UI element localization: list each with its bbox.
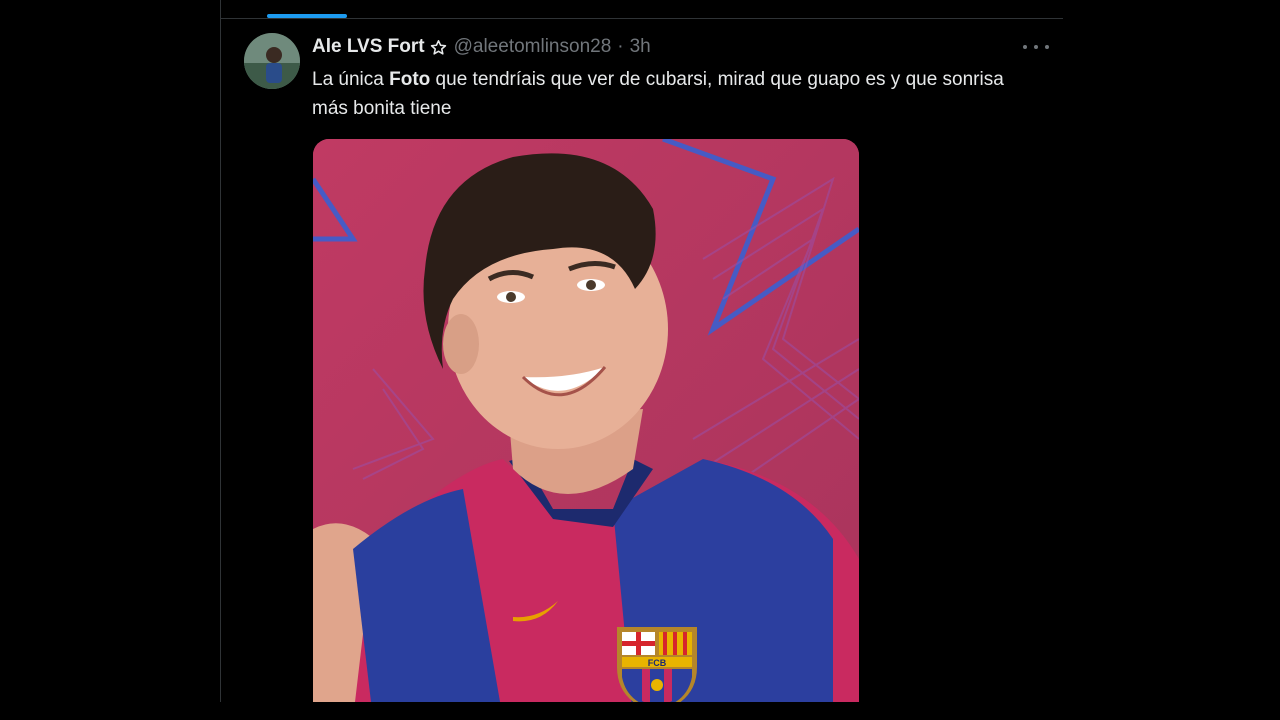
more-horizontal-icon[interactable]: [1023, 39, 1049, 55]
tweet-photo[interactable]: FCB: [313, 139, 859, 702]
crest-letters: FCB: [648, 658, 667, 668]
avatar[interactable]: [244, 33, 300, 89]
tweet-text: La única Foto que tendríais que ver de c…: [312, 65, 1032, 123]
user-handle[interactable]: @aleetomlinson28: [454, 36, 612, 58]
tweet[interactable]: Ale LVS Fort @aleetomlinson28 · 3h La ún…: [221, 19, 1063, 702]
tweet-text-bold: Foto: [389, 69, 431, 90]
meta-separator: ·: [617, 36, 624, 57]
tweet-header: Ale LVS Fort @aleetomlinson28 · 3h: [312, 35, 651, 59]
display-name[interactable]: Ale LVS Fort: [312, 36, 425, 58]
tweet-text-start: La única: [312, 69, 390, 90]
tweet-timestamp[interactable]: 3h: [630, 36, 651, 58]
timeline-column: Ale LVS Fort @aleetomlinson28 · 3h La ún…: [220, 0, 1063, 702]
star-outline-icon: [430, 39, 447, 56]
